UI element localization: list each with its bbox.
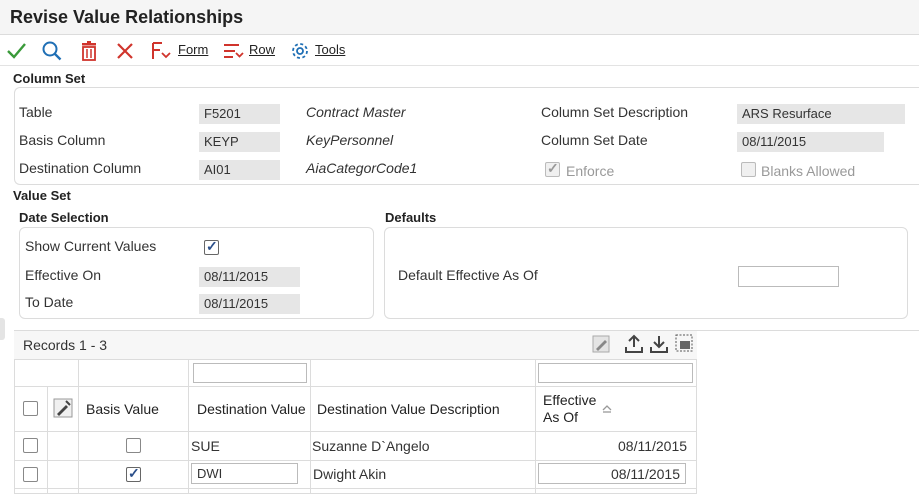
row-select-checkbox[interactable] [23, 438, 38, 453]
destination-value-filter[interactable] [193, 363, 307, 383]
effective-as-of-input[interactable]: 08/11/2015 [538, 463, 686, 484]
grid-line [47, 386, 48, 494]
grid-line [14, 386, 697, 387]
table-label: Table [19, 104, 53, 120]
destination-column-field: AI01 [199, 160, 280, 180]
grid-line [78, 359, 79, 494]
row-select-checkbox[interactable] [23, 467, 38, 482]
effective-on-field: 08/11/2015 [199, 267, 300, 287]
search-icon[interactable] [41, 40, 63, 62]
to-date-field: 08/11/2015 [199, 294, 300, 314]
basis-value-checkbox[interactable] [126, 465, 141, 482]
column-set-description-label: Column Set Description [541, 104, 689, 120]
tools-menu-button[interactable]: Tools [315, 42, 345, 57]
table-field: F5201 [199, 104, 280, 124]
download-icon[interactable] [648, 333, 670, 355]
upload-icon[interactable] [623, 333, 645, 355]
form-menu-button[interactable]: Form [178, 42, 208, 57]
effective-as-of-filter[interactable] [538, 363, 693, 383]
gear-icon[interactable] [289, 40, 311, 62]
destination-description-cell: Dwight Akin [313, 466, 387, 482]
toolbar: Form Row Tools [0, 36, 919, 66]
date-selection-heading: Date Selection [19, 210, 109, 225]
basis-value-checkbox[interactable] [126, 438, 141, 453]
basis-column-field: KEYP [199, 132, 280, 152]
side-panel-handle[interactable] [0, 318, 5, 340]
blanks-allowed-checkbox [741, 162, 756, 177]
grid-line [14, 488, 697, 489]
records-count: Records 1 - 3 [23, 337, 108, 353]
destination-column-description: AiaCategorCode1 [306, 160, 418, 176]
tools-menu-label: Tools [315, 42, 346, 57]
destination-value-cell: SUE [191, 438, 220, 454]
grid-line [188, 359, 189, 494]
enforce-checkbox [545, 160, 560, 177]
defaults-heading: Defaults [385, 210, 437, 225]
grid-line [14, 460, 697, 461]
column-set-heading: Column Set [13, 71, 86, 86]
destination-description-cell: Suzanne D`Angelo [312, 438, 430, 454]
effective-as-of-cell: 08/11/2015 [618, 438, 688, 454]
grid-line [14, 431, 697, 432]
column-set-description-field: ARS Resurface [737, 104, 905, 124]
value-set-heading: Value Set [13, 188, 71, 203]
trash-icon[interactable] [78, 40, 100, 62]
basis-column-label: Basis Column [19, 132, 106, 148]
row-menu-label: Row [249, 42, 276, 57]
sort-icon[interactable] [601, 404, 613, 416]
close-icon[interactable] [114, 40, 136, 62]
effective-on-label: Effective On [25, 267, 102, 283]
enforce-label: Enforce [566, 163, 615, 179]
row-edit-icon[interactable] [53, 398, 73, 418]
column-set-date-label: Column Set Date [541, 132, 648, 148]
grid-format-icon[interactable] [674, 333, 694, 353]
destination-value-input[interactable]: DWI [191, 463, 298, 484]
row-menu-button[interactable]: Row [249, 42, 275, 57]
form-menu-label: Form [178, 42, 209, 57]
show-current-values-checkbox[interactable] [204, 238, 219, 255]
form-menu-icon[interactable] [150, 40, 172, 62]
table-description: Contract Master [306, 104, 406, 120]
row-menu-icon[interactable] [222, 40, 244, 62]
page-title: Revise Value Relationships [10, 7, 244, 27]
default-effective-as-of-input[interactable] [738, 266, 839, 287]
destination-column-label: Destination Column [19, 160, 142, 176]
basis-value-column-header[interactable]: Basis Value [86, 401, 159, 417]
destination-value-description-column-header[interactable]: Destination Value Description [317, 401, 500, 417]
grid-line [310, 359, 311, 494]
ok-check-icon[interactable] [5, 40, 27, 62]
column-set-date-field: 08/11/2015 [737, 132, 884, 152]
grid-line [14, 359, 697, 360]
grid-line [535, 359, 536, 494]
basis-column-description: KeyPersonnel [306, 132, 394, 148]
select-all-checkbox[interactable] [23, 401, 38, 416]
edit-grid-icon[interactable] [591, 334, 611, 354]
effective-as-of-column-header-line2[interactable]: As Of [543, 409, 578, 425]
blanks-allowed-label: Blanks Allowed [761, 163, 856, 179]
destination-value-column-header[interactable]: Destination Value [197, 401, 306, 417]
effective-as-of-column-header-line1[interactable]: Effective [543, 392, 596, 408]
default-effective-as-of-label: Default Effective As Of [398, 267, 538, 283]
to-date-label: To Date [25, 294, 74, 310]
show-current-values-label: Show Current Values [25, 238, 157, 254]
